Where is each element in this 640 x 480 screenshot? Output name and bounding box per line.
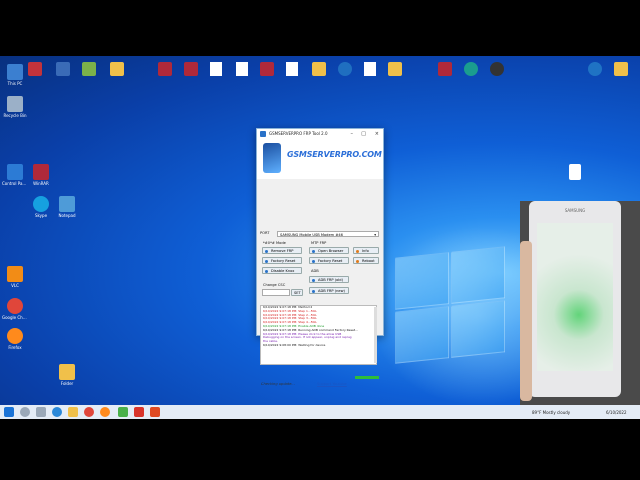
notepad-icon	[59, 196, 75, 212]
document-icon[interactable]	[286, 62, 298, 76]
computer-icon	[7, 64, 23, 80]
app-icon	[260, 131, 266, 137]
desktop-icon[interactable]: WinRAR	[28, 164, 54, 186]
app-logo	[263, 143, 281, 173]
info-button[interactable]: Info	[353, 247, 379, 254]
close-icon[interactable]: ×	[375, 129, 379, 139]
phone-brand: SAMSUNG	[564, 208, 586, 213]
document-icon[interactable]	[236, 62, 248, 76]
skype-icon	[33, 196, 49, 212]
app-icon[interactable]	[118, 407, 128, 417]
brand-text: GSMSERVERPRO.COM	[287, 150, 382, 159]
document-icon[interactable]	[210, 62, 222, 76]
factory-reset-button[interactable]: Factory Reset	[262, 257, 302, 264]
winrar-icon[interactable]	[158, 62, 172, 76]
document-icon	[569, 164, 581, 180]
desktop-icon[interactable]: Google Chrome	[2, 298, 28, 320]
desktop-icon[interactable]: Skype	[28, 196, 54, 218]
log-line: 6/10/2022 9:08:00 PM: Waiting for device	[263, 342, 326, 347]
remove-frp-button[interactable]: Remove FRP	[262, 247, 302, 254]
folder-icon[interactable]	[312, 62, 326, 76]
phone-screen	[537, 223, 613, 371]
chevron-down-icon: ▾	[374, 233, 376, 237]
weather-text[interactable]: 89°F Mostly cloudy	[532, 410, 570, 415]
minimize-icon[interactable]: –	[351, 129, 354, 139]
progress-bar	[355, 376, 379, 379]
disable-knox-button[interactable]: Disable Knox	[262, 267, 302, 274]
taskbar: 89°F Mostly cloudy 6/10/2022	[0, 405, 640, 419]
desktop-icon-grid	[28, 62, 628, 90]
desktop-icon[interactable]: Recycle Bin	[2, 96, 28, 118]
chrome-icon	[7, 298, 23, 314]
app-icon[interactable]	[338, 62, 352, 76]
adb-frp-new-button[interactable]: ADB FRP (new)	[309, 287, 349, 294]
folder-icon	[59, 364, 75, 380]
winrar-icon[interactable]	[184, 62, 198, 76]
app-icon[interactable]	[56, 62, 70, 76]
app-icon[interactable]	[134, 407, 144, 417]
firefox-icon[interactable]	[100, 407, 110, 417]
reboot-button[interactable]: Reboot	[353, 257, 379, 264]
vlc-icon	[7, 266, 23, 282]
support-youtube-link[interactable]: Support Youtube	[317, 382, 347, 386]
app-icon[interactable]	[82, 62, 96, 76]
desktop-icon[interactable]: Control Panel	[2, 164, 28, 186]
letterbox-top	[0, 0, 640, 56]
folder-icon[interactable]	[110, 62, 124, 76]
port-label: PORT	[260, 231, 270, 235]
app-icon[interactable]	[464, 62, 478, 76]
firefox-icon	[7, 328, 23, 344]
recycle-bin-icon	[7, 96, 23, 112]
frp-tool-window: GSMSERVERPRO FRP Tool 2.0 – □ × GSMSERVE…	[256, 128, 384, 386]
letterbox	[0, 419, 640, 480]
port-value: SAMSUNG Mobile USB Modem #46	[280, 233, 343, 237]
maximize-icon[interactable]: □	[361, 129, 366, 139]
desktop-icon[interactable]	[562, 164, 588, 180]
clock-date[interactable]: 6/10/2022	[606, 410, 627, 415]
task-view-icon[interactable]	[36, 407, 46, 417]
winrar-icon[interactable]	[260, 62, 274, 76]
adb-frp-old-button[interactable]: ADB FRP (old)	[309, 276, 349, 283]
folder-icon[interactable]	[614, 62, 628, 76]
edge-icon[interactable]	[52, 407, 62, 417]
mtp-label: MTP FRP	[311, 241, 327, 245]
desktop-icon[interactable]: Firefox	[2, 328, 28, 350]
explorer-icon[interactable]	[68, 407, 78, 417]
status-text: Checking update...	[261, 382, 295, 386]
desktop-icon[interactable]: Folder	[54, 364, 80, 386]
csc-input[interactable]	[262, 289, 290, 296]
log-panel[interactable]: 6/10/2022 9:07:18 PM: Method 2 6/10/2022 …	[260, 305, 377, 365]
csc-set-button[interactable]: SET	[291, 289, 303, 296]
app-icon[interactable]	[490, 62, 504, 76]
start-icon[interactable]	[4, 407, 14, 417]
desktop-icon[interactable]: Notepad	[54, 196, 80, 218]
chrome-icon[interactable]	[84, 407, 94, 417]
adb-label: ADB	[311, 269, 319, 273]
window-titlebar[interactable]: GSMSERVERPRO FRP Tool 2.0 – □ ×	[257, 129, 383, 139]
windows-logo	[395, 246, 505, 364]
mode-label: *#0*# Mode	[263, 241, 286, 245]
samsung-phone: SAMSUNG	[529, 201, 621, 397]
banner: GSMSERVERPRO.COM	[257, 139, 383, 179]
open-browser-button[interactable]: Open Browser	[309, 247, 349, 254]
port-select[interactable]: SAMSUNG Mobile USB Modem #46 ▾	[277, 231, 379, 237]
desktop-icon[interactable]: This PC	[2, 64, 28, 86]
log-scrollbar[interactable]	[374, 307, 377, 363]
app-icon[interactable]	[28, 62, 42, 76]
winrar-icon	[33, 164, 49, 180]
app-icon[interactable]	[588, 62, 602, 76]
csc-label: Change CSC	[263, 283, 286, 287]
mtp-factory-reset-button[interactable]: Factory Reset	[309, 257, 349, 264]
control-panel-icon	[7, 164, 23, 180]
document-icon[interactable]	[364, 62, 376, 76]
winrar-icon[interactable]	[438, 62, 452, 76]
hand	[520, 241, 532, 401]
search-icon[interactable]	[20, 407, 30, 417]
phone-camera-overlay: SAMSUNG	[520, 201, 640, 411]
desktop-icon[interactable]: VLC	[2, 266, 28, 288]
folder-icon[interactable]	[388, 62, 402, 76]
window-title: GSMSERVERPRO FRP Tool 2.0	[269, 131, 328, 136]
app-icon[interactable]	[150, 407, 160, 417]
